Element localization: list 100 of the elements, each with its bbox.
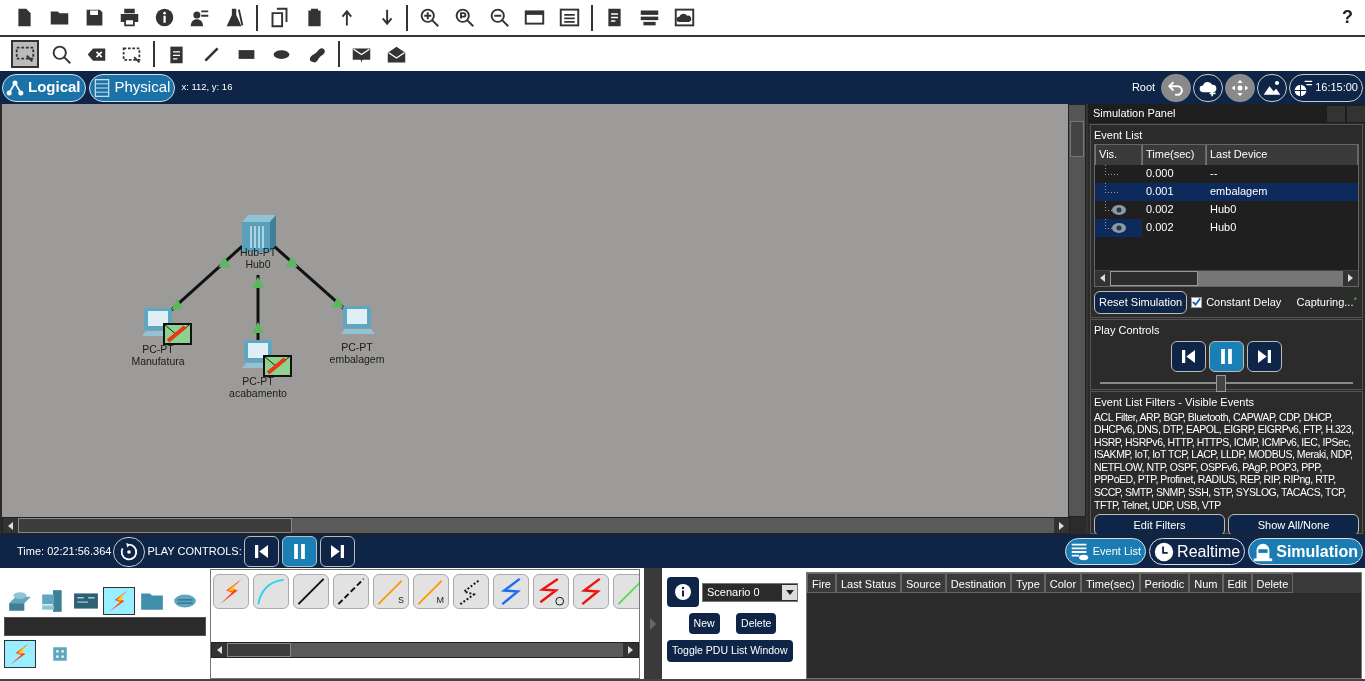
scroll-left-icon[interactable] (215, 644, 224, 656)
column-header[interactable]: Last Device (1206, 144, 1358, 165)
column-header[interactable]: Time(sec) (1081, 573, 1140, 593)
cable-line[interactable] (256, 275, 260, 340)
scenario-dropdown[interactable]: Scenario 0 (702, 582, 798, 602)
move-button[interactable] (1225, 73, 1256, 102)
search-icon[interactable] (51, 43, 72, 65)
topology-canvas[interactable]: Hub-PT Hub0 PC-PT Manufatura PC-PT acabamento PC-PT embalagem (2, 104, 1068, 517)
filter-button[interactable]: Edit Filters (1094, 514, 1225, 534)
scroll-left-icon[interactable] (1098, 272, 1107, 284)
scrollbar[interactable] (1095, 269, 1358, 286)
scenario-button[interactable]: Delete (736, 612, 777, 635)
column-header[interactable]: Fire (807, 573, 836, 593)
device-name-label: embalagem (329, 353, 385, 365)
scrollbar-thumb[interactable] (1110, 270, 1198, 286)
magnifier-icon[interactable] (454, 7, 475, 28)
back-button[interactable] (1161, 73, 1192, 102)
pdu-envelope-icon[interactable] (163, 323, 192, 345)
cable-button[interactable] (333, 574, 369, 609)
scroll-right-icon[interactable] (1346, 272, 1355, 284)
info-icon[interactable] (154, 7, 175, 28)
checkbox[interactable] (1191, 296, 1203, 308)
column-header[interactable]: Type (1010, 573, 1045, 593)
printer-icon[interactable] (119, 7, 140, 28)
toggle-pdu-list-button[interactable]: Toggle PDU List Window (667, 639, 793, 662)
status-text: Capturing... (1296, 295, 1354, 308)
cursor-coordinates: x: 112, y: 16 (181, 80, 233, 95)
zoom-in-icon[interactable] (419, 7, 440, 28)
device-subcategory-button[interactable] (4, 640, 36, 668)
list-window-icon[interactable] (559, 7, 580, 28)
filter-button[interactable]: Show All/None (1228, 514, 1359, 534)
scrollbar[interactable] (211, 642, 639, 658)
mode-button[interactable]: Event List (1064, 538, 1147, 565)
scrollbar-thumb[interactable] (1070, 121, 1084, 157)
link-status-icon (218, 256, 231, 268)
pause-icon (1221, 348, 1232, 364)
slider-thumb[interactable] (1216, 374, 1227, 392)
scrollbar-thumb[interactable] (227, 643, 291, 657)
flask-icon[interactable] (224, 7, 245, 28)
column-header[interactable]: Time(sec) (1142, 144, 1206, 165)
scroll-left-icon[interactable] (6, 519, 15, 532)
zoom-out-icon[interactable] (489, 7, 510, 28)
device-category-button[interactable] (103, 587, 135, 615)
column-header[interactable]: Periodic (1139, 573, 1190, 593)
column-header[interactable]: Vis. (1095, 144, 1142, 165)
event-row[interactable]: 0.001 embalagem (1095, 182, 1358, 201)
section-title: Event List (1094, 128, 1144, 143)
scrollbar[interactable] (2, 517, 1070, 534)
check-icon (1192, 297, 1202, 307)
event-row[interactable]: 0.002 Hub0 (1095, 200, 1358, 219)
view-tab[interactable]: Physical (88, 73, 176, 102)
cable-button[interactable] (293, 574, 329, 609)
back-step-button[interactable] (1171, 340, 1206, 372)
help-button[interactable]: ? (1342, 4, 1353, 31)
device-name-label: acabamento (229, 387, 287, 399)
capture-indicator: * (1353, 294, 1357, 305)
add-cloud-button[interactable] (1193, 73, 1224, 102)
cable-button[interactable] (453, 574, 489, 609)
event-row[interactable]: 0.002 Hub0 (1095, 218, 1358, 237)
device-model-label: PC-PT (242, 375, 274, 387)
search-field[interactable] (4, 617, 206, 636)
scrollbar[interactable] (1068, 104, 1086, 517)
scroll-right-icon[interactable] (626, 644, 635, 656)
person-icon[interactable] (189, 7, 210, 28)
pause-button[interactable] (281, 536, 317, 567)
column-header[interactable]: Num (1189, 573, 1223, 593)
scenario-button[interactable]: New (688, 612, 720, 635)
pause-icon (293, 544, 305, 559)
scrollbar-thumb[interactable] (18, 518, 292, 533)
pdu-envelope-icon[interactable] (263, 355, 292, 377)
column-header[interactable]: Source (901, 573, 946, 593)
save-icon[interactable] (84, 7, 105, 28)
link-status-icon (285, 255, 298, 267)
column-header[interactable]: Color (1044, 573, 1082, 593)
scroll-right-icon[interactable] (1057, 519, 1066, 532)
visibility-cell[interactable] (1095, 218, 1142, 237)
event-row[interactable]: 0.000 -- (1095, 164, 1358, 183)
forward-step-button[interactable] (1247, 340, 1282, 372)
view-tab[interactable]: Logical (2, 73, 86, 102)
forward-step-button[interactable] (319, 536, 355, 567)
device-model-label: PC-PT (142, 343, 174, 355)
clock-button[interactable]: 16:15:00 (1289, 73, 1363, 102)
mode-button[interactable]: Simulation (1248, 538, 1363, 565)
column-header[interactable]: Last Status (835, 573, 901, 593)
column-header[interactable]: Destination (945, 573, 1011, 593)
column-header[interactable]: Delete (1251, 573, 1294, 593)
column-header[interactable]: Edit (1222, 573, 1252, 593)
window-icon[interactable] (524, 7, 545, 28)
cable-button[interactable]: S (373, 574, 409, 609)
event-time: 0.002 (1145, 202, 1175, 218)
copy-icon[interactable] (269, 7, 290, 28)
reset-time-button[interactable] (113, 536, 146, 567)
cloud-window-icon[interactable] (674, 7, 695, 28)
back-step-button[interactable] (243, 536, 279, 567)
reset-button[interactable]: Reset Simulation (1094, 290, 1188, 314)
info-button[interactable] (667, 577, 700, 607)
pause-button[interactable] (1209, 340, 1244, 372)
cable-button[interactable]: M (413, 574, 449, 609)
mode-button[interactable]: Realtime (1149, 538, 1246, 565)
section-title: Event List Filters - Visible Events (1094, 395, 1255, 410)
